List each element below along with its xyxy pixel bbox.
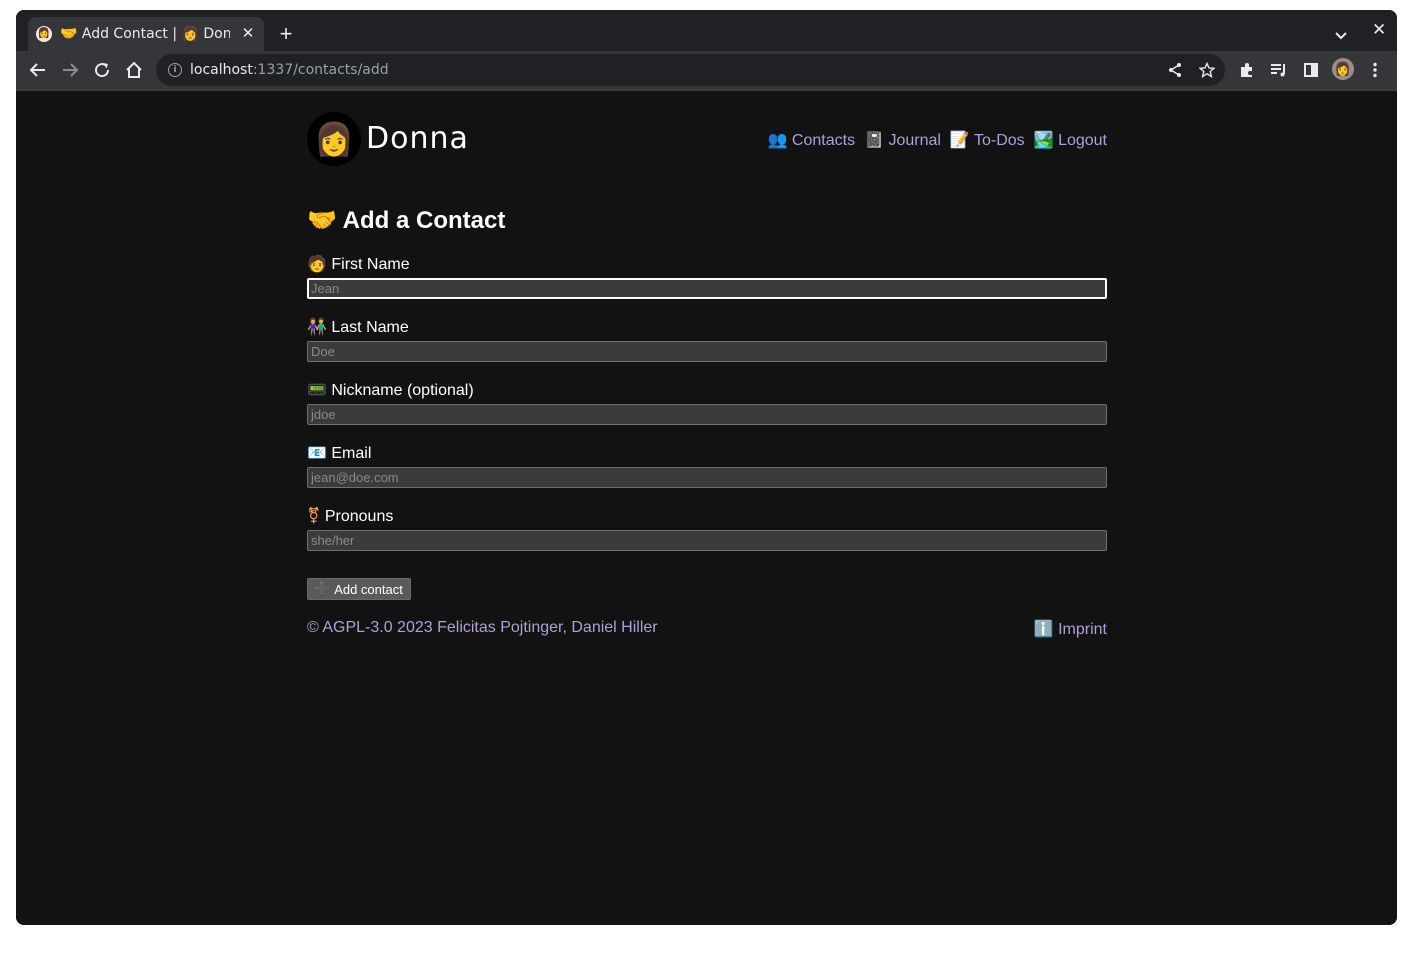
page-title: 🤝 Add a Contact xyxy=(307,206,506,234)
browser-window: 👩 🤝 Add Contact | 👩 Donna ✕ + ✕ i localh… xyxy=(16,10,1397,925)
back-arrow-icon[interactable] xyxy=(25,57,51,83)
profile-avatar-icon[interactable]: 👩 xyxy=(1332,58,1354,80)
add-contact-button[interactable]: ➕ Add contact xyxy=(307,578,411,600)
tab-search-chevron-icon[interactable] xyxy=(1330,24,1352,46)
share-icon[interactable] xyxy=(1162,57,1188,83)
people-icon: 👥 xyxy=(767,130,788,149)
browser-toolbar: i localhost:1337/contacts/add 👩 xyxy=(16,51,1397,89)
site-header: 👩 Donna 👥 Contacts 📓 Journal 📝 To-Dos 🏞️… xyxy=(307,112,1107,166)
person-icon: 🧑 xyxy=(307,254,327,273)
page-viewport: 👩 Donna 👥 Contacts 📓 Journal 📝 To-Dos 🏞️… xyxy=(16,91,1397,925)
brand-name[interactable]: Donna xyxy=(366,121,469,156)
side-panel-icon[interactable] xyxy=(1298,57,1324,83)
last-name-label: 👫 Last Name xyxy=(307,317,409,336)
first-name-input[interactable] xyxy=(307,278,1107,299)
email-label: 📧 Email xyxy=(307,443,372,462)
site-info-icon[interactable]: i xyxy=(168,63,182,77)
address-bar[interactable]: i localhost:1337/contacts/add xyxy=(156,54,1225,86)
memo-icon: 📝 xyxy=(949,130,970,149)
donna-logo[interactable]: 👩 xyxy=(307,112,361,166)
transgender-symbol-icon: ⚧ xyxy=(307,506,321,525)
handshake-icon: 🤝 xyxy=(307,206,337,234)
favicon-icon: 👩 xyxy=(36,26,52,42)
nickname-input[interactable] xyxy=(307,404,1107,425)
tab-strip: 👩 🤝 Add Contact | 👩 Donna ✕ + ✕ xyxy=(16,10,1397,51)
nav-todos-link[interactable]: 📝 To-Dos xyxy=(950,130,1025,150)
pronouns-label: ⚧ Pronouns xyxy=(307,506,394,525)
home-icon[interactable] xyxy=(121,57,147,83)
first-name-label: 🧑 First Name xyxy=(307,254,410,273)
landscape-icon: 🏞️ xyxy=(1033,130,1054,149)
last-name-input[interactable] xyxy=(307,341,1107,362)
plus-icon: ➕ xyxy=(314,581,331,597)
browser-tab-active[interactable]: 👩 🤝 Add Contact | 👩 Donna ✕ xyxy=(28,17,264,51)
media-queue-icon[interactable] xyxy=(1266,57,1292,83)
imprint-link[interactable]: ℹ️ Imprint xyxy=(1034,619,1107,639)
bookmark-star-icon[interactable] xyxy=(1194,57,1220,83)
info-icon: ℹ️ xyxy=(1033,619,1054,638)
email-input[interactable] xyxy=(307,467,1107,488)
pager-icon: 📟 xyxy=(307,380,327,399)
nickname-label: 📟 Nickname (optional) xyxy=(307,380,474,399)
main-nav: 👥 Contacts 📓 Journal 📝 To-Dos 🏞️ Logout xyxy=(768,130,1107,150)
close-tab-icon[interactable]: ✕ xyxy=(238,24,258,44)
notebook-icon: 📓 xyxy=(864,130,884,149)
nav-contacts-link[interactable]: 👥 Contacts xyxy=(768,130,856,150)
kebab-menu-icon[interactable] xyxy=(1362,57,1388,83)
new-tab-button[interactable]: + xyxy=(272,21,300,49)
email-icon: 📧 xyxy=(307,443,327,462)
reload-icon[interactable] xyxy=(89,57,115,83)
forward-arrow-icon[interactable] xyxy=(57,57,83,83)
pronouns-input[interactable] xyxy=(307,530,1107,551)
couple-icon: 👫 xyxy=(307,317,327,336)
nav-journal-link[interactable]: 📓 Journal xyxy=(864,130,941,150)
tab-title: 🤝 Add Contact | 👩 Donna xyxy=(60,26,230,42)
window-close-icon[interactable]: ✕ xyxy=(1372,20,1386,40)
copyright-link[interactable]: © AGPL-3.0 2023 Felicitas Pojtinger, Dan… xyxy=(307,619,658,637)
nav-logout-link[interactable]: 🏞️ Logout xyxy=(1034,130,1107,150)
extensions-puzzle-icon[interactable] xyxy=(1234,57,1260,83)
url-text: localhost:1337/contacts/add xyxy=(190,62,389,78)
